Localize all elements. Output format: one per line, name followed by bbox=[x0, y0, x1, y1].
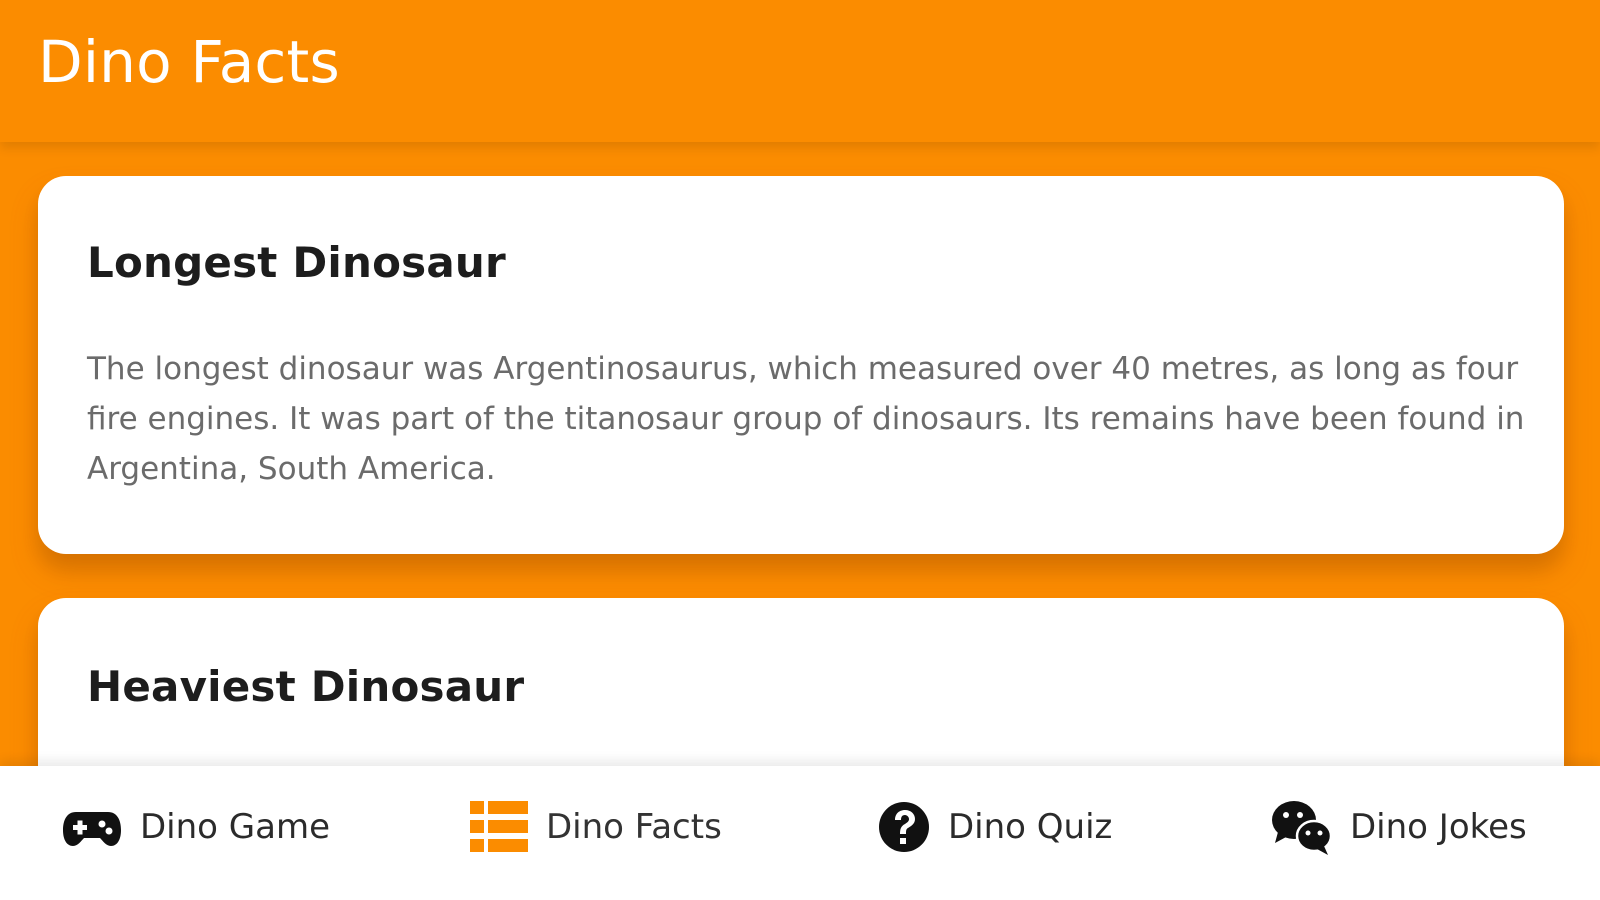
bottom-navigation: Dino Game Dino Facts Dino Quiz Dino Joke… bbox=[0, 766, 1600, 900]
fact-card[interactable]: Heaviest Dinosaur bbox=[38, 598, 1564, 766]
nav-item-dino-jokes[interactable]: Dino Jokes bbox=[1270, 796, 1527, 858]
fact-card[interactable]: Longest Dinosaur The longest dinosaur wa… bbox=[38, 176, 1564, 554]
nav-item-label: Dino Quiz bbox=[948, 807, 1113, 847]
fact-title: Longest Dinosaur bbox=[87, 238, 506, 287]
app-bar: Dino Facts bbox=[0, 0, 1600, 142]
nav-item-label: Dino Game bbox=[140, 807, 331, 847]
question-circle-icon bbox=[878, 799, 930, 855]
list-icon bbox=[470, 801, 528, 853]
nav-item-label: Dino Facts bbox=[546, 807, 722, 847]
nav-item-dino-facts[interactable]: Dino Facts bbox=[470, 796, 722, 858]
chat-bubbles-icon bbox=[1270, 798, 1332, 856]
facts-list[interactable]: Longest Dinosaur The longest dinosaur wa… bbox=[0, 142, 1600, 766]
page-title: Dino Facts bbox=[38, 28, 340, 96]
fact-text: The longest dinosaur was Argentinosaurus… bbox=[87, 351, 1525, 487]
nav-item-dino-game[interactable]: Dino Game bbox=[62, 796, 330, 858]
fact-title: Heaviest Dinosaur bbox=[87, 662, 525, 711]
nav-item-label: Dino Jokes bbox=[1350, 807, 1527, 847]
gamepad-icon bbox=[62, 806, 122, 848]
nav-item-dino-quiz[interactable]: Dino Quiz bbox=[878, 796, 1112, 858]
